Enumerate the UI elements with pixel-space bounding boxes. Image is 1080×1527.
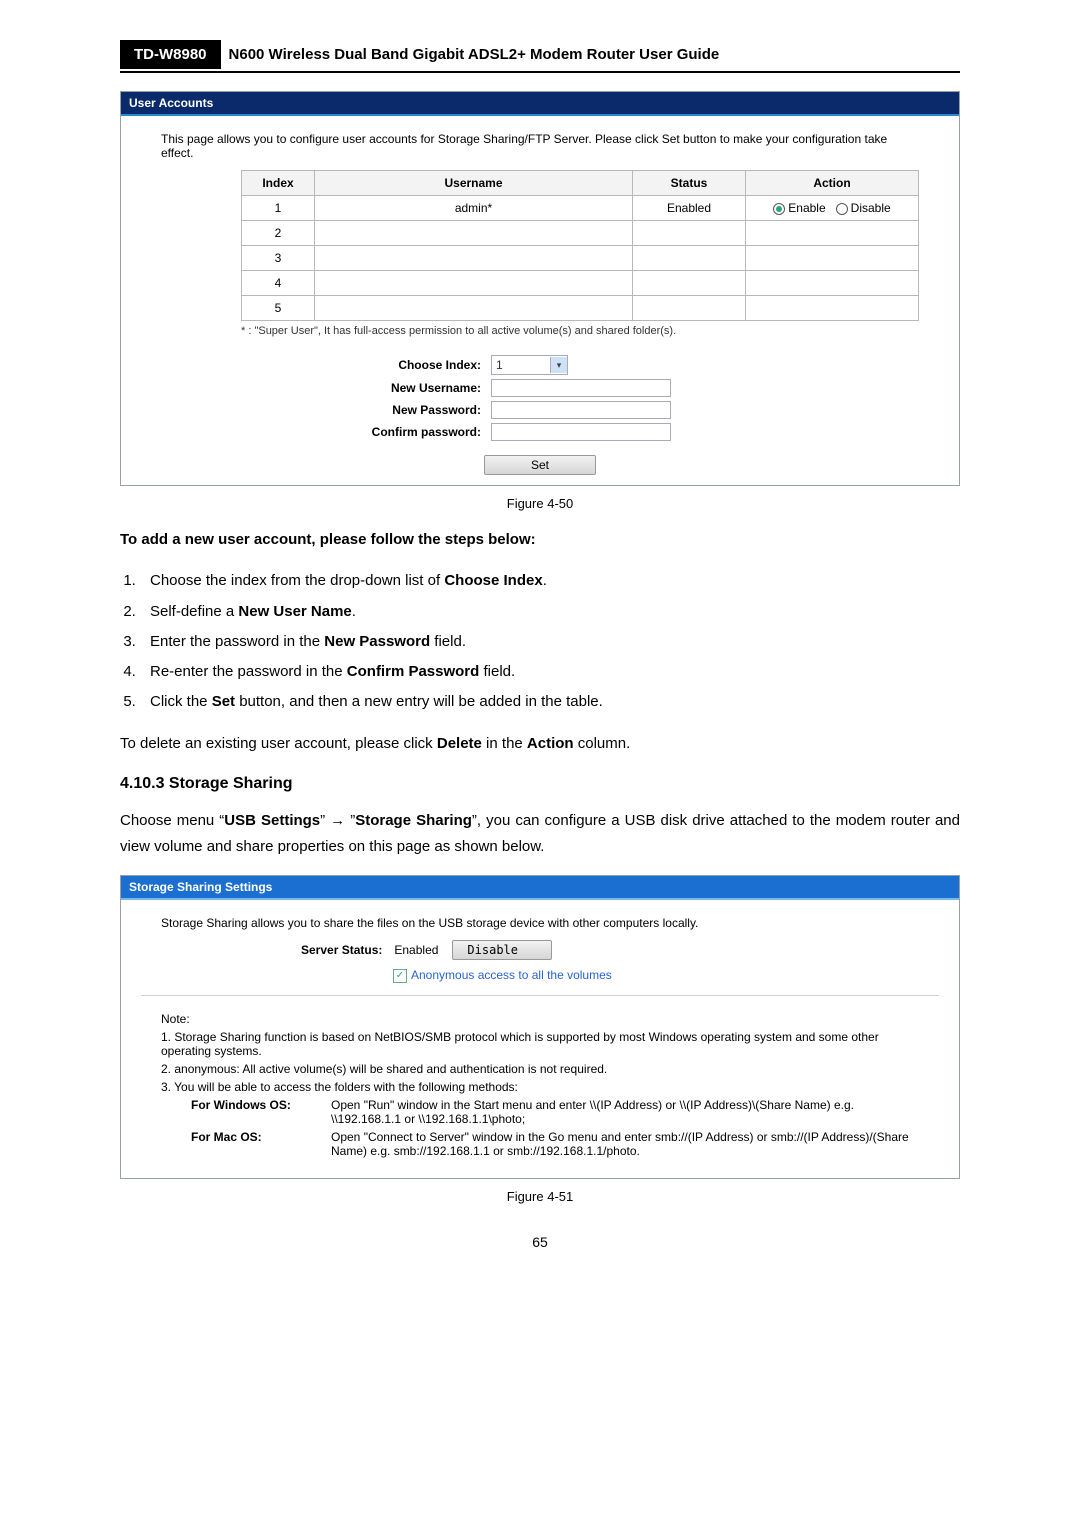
radio-disable[interactable]: [836, 203, 848, 215]
panel2-title: Storage Sharing Settings: [121, 876, 959, 898]
new-username-input[interactable]: [491, 379, 671, 397]
table-footnote: * : "Super User", It has full-access per…: [241, 325, 919, 337]
note-block: Note: 1. Storage Sharing function is bas…: [141, 1004, 939, 1168]
divider: [141, 995, 939, 996]
set-button[interactable]: Set: [484, 455, 596, 475]
choose-index-value: 1: [492, 358, 550, 372]
cell-username: admin*: [315, 196, 633, 221]
choose-index-label: Choose Index:: [341, 358, 491, 372]
cell-action: [746, 221, 919, 246]
choose-index-select[interactable]: 1 ▾: [491, 355, 568, 375]
cell-username: [315, 296, 633, 321]
model-badge: TD-W8980: [120, 40, 221, 69]
confirm-password-input[interactable]: [491, 423, 671, 441]
anon-checkbox[interactable]: ✓: [393, 969, 407, 983]
step-2: Self-define a New User Name.: [140, 599, 960, 625]
anon-access-row: ✓ Anonymous access to all the volumes: [141, 968, 939, 983]
panel-title: User Accounts: [121, 92, 959, 114]
radio-enable-label: Enable: [788, 201, 825, 215]
doc-title: N600 Wireless Dual Band Gigabit ADSL2+ M…: [221, 40, 728, 69]
step-1: Choose the index from the drop-down list…: [140, 568, 960, 594]
cell-username: [315, 221, 633, 246]
new-password-input[interactable]: [491, 401, 671, 419]
table-row: 5: [242, 296, 919, 321]
th-status: Status: [633, 171, 746, 196]
cell-index: 5: [242, 296, 315, 321]
step-3: Enter the password in the New Password f…: [140, 629, 960, 655]
note-label: Note:: [161, 1012, 919, 1026]
user-accounts-panel: User Accounts This page allows you to co…: [120, 91, 960, 486]
accounts-table: Index Username Status Action 1 admin* En…: [241, 170, 919, 321]
page-number: 65: [120, 1234, 960, 1250]
disable-button[interactable]: Disable: [452, 940, 552, 960]
cell-action: Enable Disable: [746, 196, 919, 221]
cell-username: [315, 271, 633, 296]
cell-action: [746, 246, 919, 271]
windows-os-text: Open "Run" window in the Start menu and …: [331, 1098, 919, 1126]
instructions-block: To add a new user account, please follow…: [120, 527, 960, 860]
cell-status: [633, 246, 746, 271]
cell-username: [315, 246, 633, 271]
chevron-down-icon: ▾: [550, 357, 567, 373]
step-4: Re-enter the password in the Confirm Pas…: [140, 659, 960, 685]
mac-os-text: Open "Connect to Server" window in the G…: [331, 1130, 919, 1158]
new-password-label: New Password:: [341, 403, 491, 417]
cell-status: [633, 296, 746, 321]
delete-instruction: To delete an existing user account, plea…: [120, 731, 960, 757]
windows-os-label: For Windows OS:: [191, 1098, 331, 1126]
anon-label: Anonymous access to all the volumes: [411, 968, 612, 982]
th-action: Action: [746, 171, 919, 196]
new-username-label: New Username:: [341, 381, 491, 395]
cell-status: [633, 271, 746, 296]
cell-index: 3: [242, 246, 315, 271]
cell-index: 2: [242, 221, 315, 246]
note-3: 3. You will be able to access the folder…: [161, 1080, 919, 1094]
panel2-description: Storage Sharing allows you to share the …: [141, 916, 939, 930]
mac-os-label: For Mac OS:: [191, 1130, 331, 1158]
cell-action: [746, 296, 919, 321]
server-status-value: Enabled: [394, 943, 452, 957]
doc-header: TD-W8980 N600 Wireless Dual Band Gigabit…: [120, 40, 960, 73]
table-row: 2: [242, 221, 919, 246]
storage-sharing-panel: Storage Sharing Settings Storage Sharing…: [120, 875, 960, 1179]
th-index: Index: [242, 171, 315, 196]
section-paragraph: Choose menu “USB Settings” → ”Storage Sh…: [120, 808, 960, 861]
cell-status: [633, 221, 746, 246]
cell-index: 4: [242, 271, 315, 296]
table-row: 3: [242, 246, 919, 271]
server-status-label: Server Status:: [301, 943, 394, 957]
figure-caption-1: Figure 4-50: [120, 496, 960, 511]
cell-index: 1: [242, 196, 315, 221]
figure-caption-2: Figure 4-51: [120, 1189, 960, 1204]
radio-disable-label: Disable: [851, 201, 891, 215]
note-2: 2. anonymous: All active volume(s) will …: [161, 1062, 919, 1076]
panel-description: This page allows you to configure user a…: [161, 132, 919, 160]
th-username: Username: [315, 171, 633, 196]
table-row: 4: [242, 271, 919, 296]
radio-enable[interactable]: [773, 203, 785, 215]
table-row: 1 admin* Enabled Enable Disable: [242, 196, 919, 221]
step-5: Click the Set button, and then a new ent…: [140, 689, 960, 715]
confirm-password-label: Confirm password:: [341, 425, 491, 439]
cell-action: [746, 271, 919, 296]
instructions-intro: To add a new user account, please follow…: [120, 527, 960, 553]
cell-status: Enabled: [633, 196, 746, 221]
account-form: Choose Index: 1 ▾ New Username: New Pass…: [341, 355, 919, 441]
section-heading: 4.10.3 Storage Sharing: [120, 775, 960, 793]
note-1: 1. Storage Sharing function is based on …: [161, 1030, 919, 1058]
